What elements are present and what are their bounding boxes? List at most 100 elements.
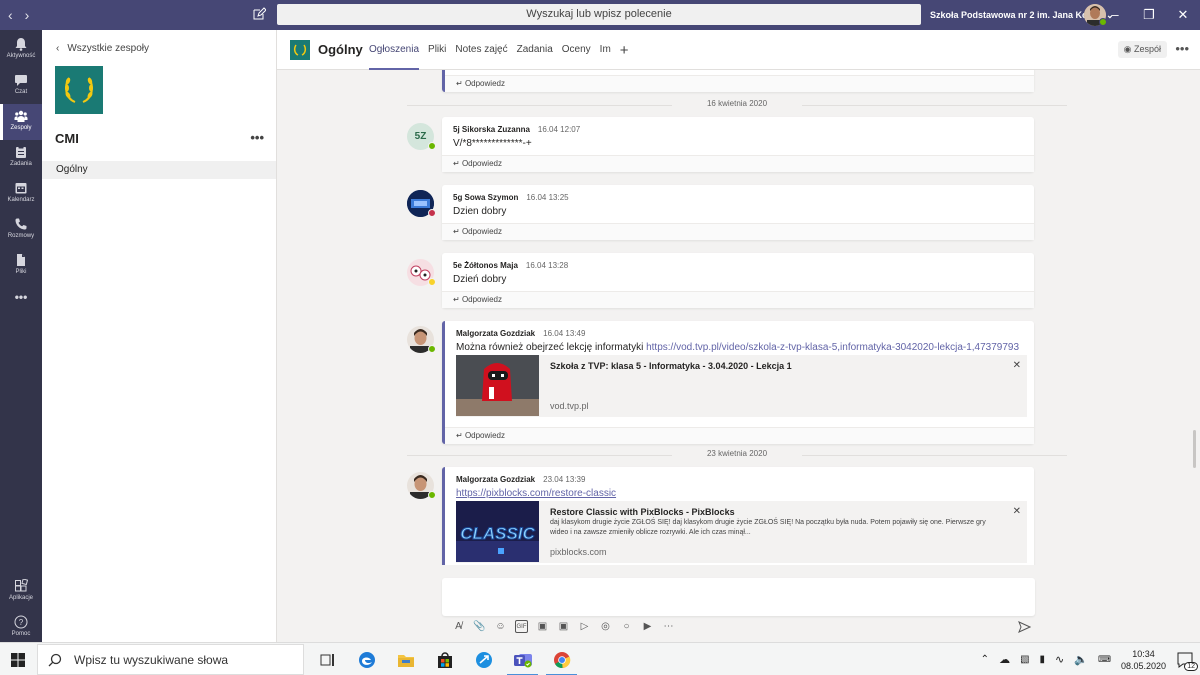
date-separator: 23 kwietnia 2020 [407, 449, 1067, 461]
tab-assignments[interactable]: Zadania [517, 30, 553, 70]
pixblocks-app-icon[interactable] [464, 643, 503, 675]
rail-item-help[interactable]: ? Pomoc [0, 610, 42, 646]
feed-scrollbar[interactable] [1193, 430, 1196, 468]
message-author: 5e Żółtonos Maja 16.04 13:28 [453, 261, 568, 270]
tab-posts[interactable]: Ogłoszenia [369, 30, 420, 70]
team-button-label: Zespół [1133, 44, 1161, 54]
chevron-left-icon[interactable]: ‹ [8, 7, 13, 23]
windows-start-button[interactable] [0, 643, 36, 675]
eye-icon: ◉ [1123, 44, 1132, 54]
sticker-icon[interactable]: ▣ [536, 620, 549, 633]
all-teams-link[interactable]: ‹ Wszystkie zespoły [56, 43, 149, 54]
title-bar: ‹ › Wyszukaj lub wpisz polecenie Szkoła … [0, 0, 1200, 30]
system-tray: ⌃ ☁ ▧ ▮ ∿ 🔈 ⌨ 10:34 08.05.2020 12 [981, 643, 1198, 675]
new-chat-icon[interactable] [252, 7, 266, 21]
link-preview-title[interactable]: Restore Classic with PixBlocks - PixBloc… [550, 507, 735, 517]
rail-item-calendar[interactable]: Kalendarz [0, 176, 42, 212]
add-tab-icon[interactable]: + [620, 42, 629, 59]
file-explorer-icon[interactable] [386, 643, 425, 675]
gif-icon[interactable]: GIF [515, 620, 528, 633]
volume-icon[interactable]: 🔈 [1074, 653, 1088, 666]
link-preview-thumbnail [456, 355, 539, 416]
tab-grades[interactable]: Oceny [562, 30, 591, 70]
rail-more-button[interactable]: ••• [0, 290, 42, 310]
close-icon[interactable]: ✕ [1013, 360, 1021, 371]
org-name: Szkoła Podstawowa nr 2 im. Jana Koc... [930, 10, 1101, 20]
phone-icon [15, 218, 27, 230]
action-center-button[interactable]: 12 [1176, 651, 1198, 671]
app-rail: Aktywność Czat Zespoły Zadania Kalendarz… [0, 30, 42, 642]
date-separator: 16 kwietnia 2020 [407, 99, 1067, 111]
close-icon[interactable]: ✕ [1013, 506, 1021, 517]
message-link[interactable]: https://vod.tvp.pl/video/szkola-z-tvp-kl… [646, 342, 1019, 353]
praise-icon[interactable]: ◎ [599, 620, 612, 633]
stream-icon[interactable]: ▷ [578, 620, 591, 633]
send-icon[interactable] [1018, 621, 1031, 633]
system-clock[interactable]: 10:34 08.05.2020 [1121, 648, 1166, 672]
team-more-options-button[interactable]: ••• [250, 130, 264, 145]
task-view-icon[interactable] [308, 643, 347, 675]
attach-icon[interactable]: 📎 [473, 620, 486, 633]
minimize-icon[interactable]: – [1098, 0, 1132, 30]
command-search-input[interactable]: Wyszukaj lub wpisz polecenie [277, 4, 921, 25]
teams-app-icon[interactable] [503, 643, 542, 675]
clock-date: 08.05.2020 [1120, 660, 1166, 671]
message-link[interactable]: https://pixblocks.com/restore-classic [456, 488, 616, 499]
language-icon[interactable]: ⌨ [1098, 654, 1111, 665]
rail-item-activity[interactable]: Aktywność [0, 32, 42, 68]
message-card: ↵ Odpowiedz [442, 70, 1034, 92]
chevron-up-icon[interactable]: ⌃ [981, 654, 989, 665]
link-preview[interactable]: Szkoła z TVP: klasa 5 - Informatyka - 3.… [456, 355, 1027, 417]
reply-icon: ↵ [453, 227, 460, 236]
chrome-icon[interactable] [542, 643, 581, 675]
chevron-right-icon[interactable]: › [25, 7, 30, 23]
onedrive-icon[interactable]: ☁ [999, 653, 1010, 666]
reply-icon: ↵ [456, 79, 463, 88]
wifi-icon[interactable]: ∿ [1055, 653, 1064, 666]
rail-item-calls[interactable]: Rozmowy [0, 212, 42, 248]
meet-now-icon[interactable]: ▣ [557, 620, 570, 633]
chevron-left-icon: ‹ [56, 43, 60, 54]
reply-button[interactable]: ↵ Odpowiedz [445, 427, 1034, 444]
format-icon[interactable]: A̸ [452, 620, 465, 633]
link-preview[interactable]: CLASSIC Restore Classic with PixBlocks -… [456, 501, 1027, 563]
more-icon[interactable]: ⋯ [662, 620, 675, 633]
message-card: Malgorzata Gozdziak 23.04 13:39 https://p… [442, 467, 1034, 565]
tab-im[interactable]: Im [600, 30, 611, 70]
tab-files[interactable]: Pliki [428, 30, 446, 70]
link-preview-title[interactable]: Szkoła z TVP: klasa 5 - Informatyka - 3.… [550, 361, 792, 371]
conversation-feed[interactable]: ↵ Odpowiedz 16 kwietnia 2020 5Z 5j Sikor… [277, 70, 1190, 565]
team-button[interactable]: ◉ Zespół [1117, 41, 1167, 58]
reply-button[interactable]: ↵ Odpowiedz [445, 75, 1034, 92]
compose-message-input[interactable] [442, 578, 1035, 616]
emoji-icon[interactable]: ☺ [494, 620, 507, 633]
store-icon[interactable] [425, 643, 464, 675]
reply-button[interactable]: ↵ Odpowiedz [442, 223, 1034, 240]
channel-item-general[interactable]: Ogólny [42, 161, 276, 179]
network-icon[interactable]: ▧ [1020, 654, 1029, 665]
channel-more-options-button[interactable]: ••• [1175, 41, 1189, 56]
reply-button[interactable]: ↵ Odpowiedz [442, 291, 1034, 308]
presence-busy-icon [428, 209, 436, 217]
youtube-icon[interactable]: ▶ [641, 620, 654, 633]
rail-item-apps[interactable]: Aplikacje [0, 574, 42, 610]
presence-available-icon [428, 345, 436, 353]
taskbar-search-input[interactable]: Wpisz tu wyszukiwane słowa [37, 644, 304, 675]
message-time: 16.04 13:49 [543, 329, 586, 338]
rail-item-files[interactable]: Pliki [0, 248, 42, 284]
tab-class-notebook[interactable]: Notes zajęć [455, 30, 507, 70]
edge-icon[interactable] [347, 643, 386, 675]
message-time: 23.04 13:39 [543, 475, 586, 484]
lightbulb-icon[interactable]: ○ [620, 620, 633, 633]
channel-header: Ogólny Ogłoszenia Pliki Notes zajęć Zada… [277, 30, 1200, 70]
battery-icon[interactable]: ▮ [1040, 654, 1046, 665]
close-icon[interactable]: ✕ [1166, 0, 1200, 30]
reply-label: Odpowiedz [461, 295, 502, 304]
reply-button[interactable]: ↵ Odpowiedz [442, 155, 1034, 172]
rail-item-teams[interactable]: Zespoły [0, 104, 42, 140]
message-card: 5g Sowa Szymon 16.04 13:25 Dzien dobry ↵ … [442, 185, 1034, 240]
rail-item-assignments[interactable]: Zadania [0, 140, 42, 176]
rail-item-chat[interactable]: Czat [0, 68, 42, 104]
restore-icon[interactable]: ❐ [1132, 0, 1166, 30]
teams-icon [14, 110, 28, 122]
